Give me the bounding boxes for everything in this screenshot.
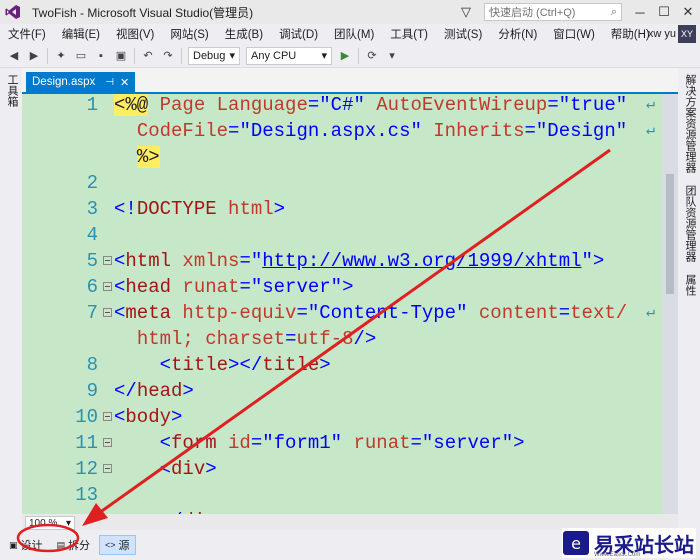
svg-text:e: e — [571, 534, 581, 553]
annotation-arrow-head — [82, 503, 108, 526]
watermark-logo: e 易采站长站 Www.Easck.Com — [562, 528, 696, 558]
annotation-circle — [16, 523, 80, 553]
watermark-subtext: Www.Easck.Com — [594, 552, 641, 558]
annotation-overlay — [16, 148, 611, 553]
watermark-icon: e — [563, 531, 589, 555]
annotation-arrow-line — [91, 148, 611, 520]
